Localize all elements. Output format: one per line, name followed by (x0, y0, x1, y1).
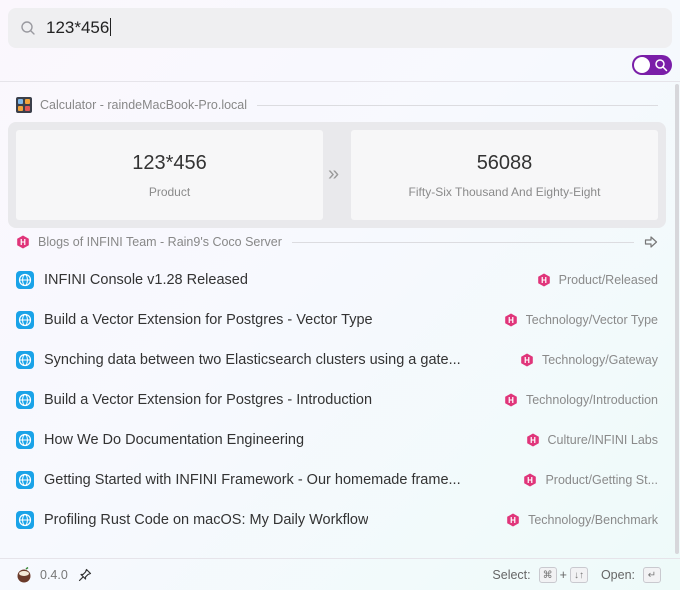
scrollbar[interactable] (675, 84, 679, 554)
command-key-icon: ⌘ (538, 567, 557, 583)
section-rule (291, 241, 634, 243)
hugo-icon: H (537, 273, 550, 287)
calculator-operation: Product (148, 184, 191, 199)
result-category-label: Technology/Benchmark (528, 513, 658, 527)
globe-icon (16, 311, 34, 329)
section-rule (257, 104, 658, 106)
select-hint-label: Select: (492, 568, 531, 582)
result-row[interactable]: How We Do Documentation Engineering H Cu… (16, 420, 658, 460)
hugo-icon: H (524, 473, 537, 487)
search-icon (655, 59, 668, 72)
svg-text:H: H (528, 476, 534, 485)
arrow-right-icon[interactable] (644, 235, 658, 249)
result-category: H Technology/Introduction (490, 393, 658, 407)
calculator-section-header: Calculator - raindeMacBook-Pro.local (16, 97, 658, 113)
globe-icon (16, 351, 34, 369)
divider (0, 81, 680, 82)
hugo-icon: H (521, 353, 533, 367)
result-category: H Culture/INFINI Labs (512, 433, 658, 447)
result-category: H Technology/Vector Type (490, 313, 659, 327)
globe-icon (16, 431, 34, 449)
calculator-result[interactable]: 123*456 Product » 56088 Fifty-Six Thousa… (8, 122, 666, 228)
calculator-answer-card[interactable]: 56088 Fifty-Six Thousand And Eighty-Eigh… (351, 130, 658, 220)
result-title: Build a Vector Extension for Postgres - … (44, 392, 373, 408)
svg-text:H: H (541, 276, 547, 285)
result-title: Getting Started with INFINI Framework - … (44, 472, 461, 488)
result-title: How We Do Documentation Engineering (44, 432, 305, 448)
globe-icon (16, 271, 34, 289)
search-bar[interactable]: 123*456 (8, 8, 672, 48)
result-category-label: Product/Released (558, 273, 658, 287)
hugo-icon: H (17, 235, 29, 249)
result-title: Synching data between two Elasticsearch … (44, 352, 461, 368)
globe-icon (16, 471, 34, 489)
hugo-icon: H (526, 433, 539, 447)
svg-text:H: H (530, 436, 536, 445)
coco-logo-icon (17, 567, 31, 583)
plus-sign: + (559, 568, 567, 582)
return-key-icon: ↵ (643, 567, 661, 583)
chevron-right-icon: » (328, 163, 340, 185)
globe-icon (16, 391, 34, 409)
result-category: H Product/Getting St... (509, 473, 658, 487)
arrow-keys-icon: ↓↑ (569, 567, 588, 583)
calculator-answer-words: Fifty-Six Thousand And Eighty-Eight (408, 184, 601, 199)
hugo-icon: H (507, 513, 519, 527)
section-title: Calculator - raindeMacBook-Pro.local (40, 98, 248, 112)
toggle-knob (634, 57, 650, 73)
result-category-label: Product/Getting St... (545, 473, 658, 487)
result-row[interactable]: Synching data between two Elasticsearch … (16, 340, 658, 380)
result-category-label: Technology/Gateway (541, 353, 658, 367)
svg-text:H: H (524, 356, 530, 365)
hugo-icon: H (504, 313, 517, 327)
result-row[interactable]: Build a Vector Extension for Postgres - … (16, 380, 658, 420)
result-title: Profiling Rust Code on macOS: My Daily W… (44, 512, 369, 528)
result-title: INFINI Console v1.28 Released (44, 272, 248, 288)
result-category-label: Technology/Vector Type (525, 313, 659, 327)
section-title: Blogs of INFINI Team - Rain9's Coco Serv… (38, 235, 282, 249)
result-row[interactable]: INFINI Console v1.28 Released H Product/… (16, 260, 658, 300)
result-category: H Technology/Benchmark (492, 513, 658, 527)
calculator-answer: 56088 (476, 151, 533, 174)
calculator-icon (16, 97, 32, 113)
search-icon (21, 21, 35, 35)
result-category-label: Technology/Introduction (525, 393, 658, 407)
svg-text:H: H (508, 316, 514, 325)
divider (0, 558, 680, 559)
hugo-icon: H (505, 393, 517, 407)
calculator-expression: 123*456 (132, 151, 207, 174)
calculator-expression-card: 123*456 Product (16, 130, 323, 220)
blogs-section-header: H Blogs of INFINI Team - Rain9's Coco Se… (16, 235, 658, 249)
open-hint-label: Open: (600, 568, 635, 582)
result-row[interactable]: Build a Vector Extension for Postgres - … (16, 300, 658, 340)
svg-text:H: H (510, 516, 516, 525)
result-title: Build a Vector Extension for Postgres - … (44, 312, 373, 328)
result-row[interactable]: Getting Started with INFINI Framework - … (16, 460, 658, 500)
pin-icon[interactable] (78, 568, 92, 582)
version-label: 0.4.0 (40, 568, 68, 582)
keyboard-hints: Select: ⌘ + ↓↑ Open: ↵ (492, 567, 664, 583)
search-input[interactable]: 123*456 (46, 18, 112, 38)
result-category: H Technology/Gateway (506, 353, 658, 367)
result-category-label: Culture/INFINI Labs (547, 433, 658, 447)
svg-text:H: H (508, 396, 514, 405)
globe-icon (16, 511, 34, 529)
svg-text:H: H (20, 238, 26, 247)
result-category: H Product/Released (523, 273, 658, 287)
search-mode-toggle[interactable] (632, 55, 672, 75)
result-row[interactable]: Profiling Rust Code on macOS: My Daily W… (16, 500, 658, 540)
footer: 0.4.0 Select: ⌘ + ↓↑ Open: ↵ (16, 562, 664, 588)
